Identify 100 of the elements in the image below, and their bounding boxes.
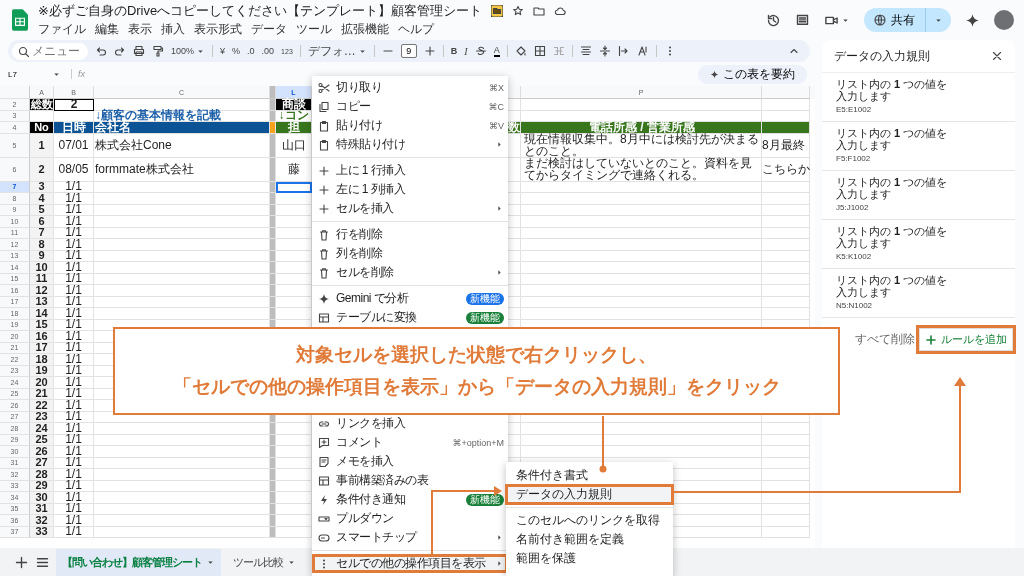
lightning-icon — [318, 493, 330, 506]
menu-item[interactable]: 条件付き通知 新機能 — [312, 490, 508, 509]
close-icon[interactable] — [991, 50, 1003, 62]
folder-icon[interactable] — [491, 5, 504, 17]
table-cell: 14 — [30, 308, 54, 320]
remove-all-button[interactable]: すべて削除 — [855, 331, 915, 348]
rule-card[interactable]: リスト内の 1 つの値を入力します N5:N1002 — [822, 269, 1015, 318]
text-rotation-icon[interactable] — [636, 45, 649, 57]
star-icon[interactable] — [512, 5, 525, 17]
table-cell — [762, 193, 810, 205]
submenu-arrow-icon — [495, 533, 504, 542]
cloud-icon[interactable] — [554, 5, 567, 17]
rule-card[interactable]: リスト内の 1 つの値を入力します E5:E1002 — [822, 73, 1015, 122]
sheets-logo[interactable] — [12, 9, 28, 31]
add-sheet-icon[interactable] — [14, 554, 29, 570]
bold-button[interactable]: B — [450, 46, 458, 56]
menu-item[interactable]: ヘルプ — [398, 21, 434, 38]
rule-description: リスト内の 1 つの値を入力します — [836, 78, 949, 102]
menu-item[interactable]: コピー ⌘C — [312, 97, 508, 116]
menu-item[interactable]: データ — [251, 21, 287, 38]
table-cell: 1/1 — [54, 411, 94, 423]
sheet-tab[interactable]: ツール比較 — [227, 548, 302, 576]
vertical-align-icon[interactable] — [598, 45, 611, 57]
comment-icon[interactable] — [795, 12, 810, 28]
menu-item[interactable]: スマートチップ — [312, 528, 508, 547]
header-cell: No — [30, 122, 54, 134]
header-cell — [270, 122, 276, 134]
table-cell — [762, 285, 810, 297]
document-title[interactable]: ※必ずご自身のDriveへコピーしてください【テンプレート】顧客管理シート — [38, 2, 483, 20]
menu-item[interactable]: 事前構築済みの表 — [312, 471, 508, 490]
menu-item[interactable]: 条件付き書式 — [506, 466, 673, 485]
zoom-dropdown[interactable]: 100% — [171, 46, 206, 56]
menu-item[interactable]: 切り取り ⌘X — [312, 78, 508, 97]
history-icon[interactable] — [766, 12, 781, 28]
italic-button[interactable]: I — [464, 45, 468, 57]
redo-icon[interactable] — [114, 45, 126, 57]
table-cell: 1/1 — [54, 308, 94, 320]
add-rule-button[interactable]: ルールを追加 — [919, 328, 1013, 351]
strikethrough-icon[interactable] — [474, 45, 487, 57]
menu-item[interactable]: プルダウン — [312, 509, 508, 528]
percent-button[interactable]: % — [232, 46, 241, 56]
font-dropdown[interactable]: デフォ… — [307, 42, 367, 60]
plus-icon — [925, 333, 937, 346]
rule-card[interactable]: リスト内の 1 つの値を入力します J5:J1002 — [822, 171, 1015, 220]
borders-icon[interactable] — [533, 45, 546, 57]
table-cell: 1 — [30, 133, 54, 158]
menu-item[interactable]: 表示 — [128, 21, 152, 38]
menu-item[interactable]: 貼り付け ⌘V — [312, 116, 508, 135]
sheet-tab[interactable]: 【問い合わせ】顧客管理シート — [56, 548, 221, 576]
wrap-icon[interactable] — [617, 45, 630, 57]
folder-icon[interactable] — [533, 5, 546, 17]
decrease-decimals-button[interactable]: .0 — [247, 46, 255, 56]
menu-item[interactable]: 挿入 — [161, 21, 185, 38]
paint-format-icon[interactable] — [152, 45, 164, 57]
menu-item[interactable]: セルを挿入 — [312, 199, 508, 218]
table-cell: 1/1 — [54, 446, 94, 458]
table-cell: 1/1 — [54, 515, 94, 527]
menu-item[interactable]: 編集 — [95, 21, 119, 38]
menu-item[interactable]: Gemini で分析 新機能 — [312, 289, 508, 308]
menu-item[interactable]: リンクを挿入 — [312, 414, 508, 433]
menu-item[interactable]: 拡張機能 — [341, 21, 389, 38]
name-box[interactable]: L7 — [8, 69, 48, 79]
undo-icon[interactable] — [95, 45, 107, 57]
menu-item[interactable]: 範囲を保護 — [506, 549, 673, 568]
panel-title: データの入力規則 — [834, 47, 930, 65]
menu-item[interactable]: メモを挿入 — [312, 452, 508, 471]
menu-item[interactable]: 特殊貼り付け — [312, 135, 508, 154]
menu-item[interactable]: ファイル — [38, 21, 86, 38]
menu-item[interactable]: 上に 1 行挿入 — [312, 161, 508, 180]
search-field[interactable]: メニュー — [12, 42, 88, 60]
menu-item[interactable]: コメント ⌘+option+M — [312, 433, 508, 452]
rule-card[interactable]: リスト内の 1 つの値を入力します F5:F1002 — [822, 122, 1015, 171]
sparkle-icon[interactable] — [965, 12, 980, 28]
increase-decimals-button[interactable]: .00 — [261, 46, 275, 56]
menu-item[interactable]: セルを削除 — [312, 263, 508, 282]
currency-button[interactable]: ¥ — [220, 46, 226, 56]
fill-color-icon[interactable] — [514, 45, 527, 57]
align-icon[interactable] — [579, 45, 592, 57]
corner-cell[interactable] — [0, 86, 30, 99]
table-cell: 18 — [30, 354, 54, 366]
menu-item[interactable]: テーブルに変換 新機能 — [312, 308, 508, 327]
plus-icon[interactable] — [423, 45, 436, 57]
text-color-button[interactable]: A — [493, 45, 500, 57]
print-icon[interactable] — [133, 45, 145, 57]
summarize-button[interactable]: この表を要約 — [698, 64, 807, 84]
table-cell: 24 — [30, 423, 54, 435]
submenu-arrow-icon — [495, 559, 504, 568]
font-size-field[interactable]: 9 — [400, 44, 417, 58]
menu-item[interactable]: ツール — [296, 21, 332, 38]
menu-item[interactable]: 表示形式 — [194, 21, 242, 38]
menu-item[interactable]: データの入力規則 — [506, 485, 673, 504]
menu-item[interactable]: 行を削除 — [312, 225, 508, 244]
menu-item[interactable]: 列を削除 — [312, 244, 508, 263]
menu-item[interactable]: セルでの他の操作項目を表示 — [312, 554, 508, 573]
menu-item[interactable]: このセルへのリンクを取得 — [506, 511, 673, 530]
rule-card[interactable]: リスト内の 1 つの値を入力します K5:K1002 — [822, 220, 1015, 269]
avatar[interactable] — [994, 10, 1014, 30]
menu-item[interactable]: 左に 1 列挿入 — [312, 180, 508, 199]
menu-item[interactable]: 名前付き範囲を定義 — [506, 530, 673, 549]
table-cell: 1/1 — [54, 319, 94, 331]
